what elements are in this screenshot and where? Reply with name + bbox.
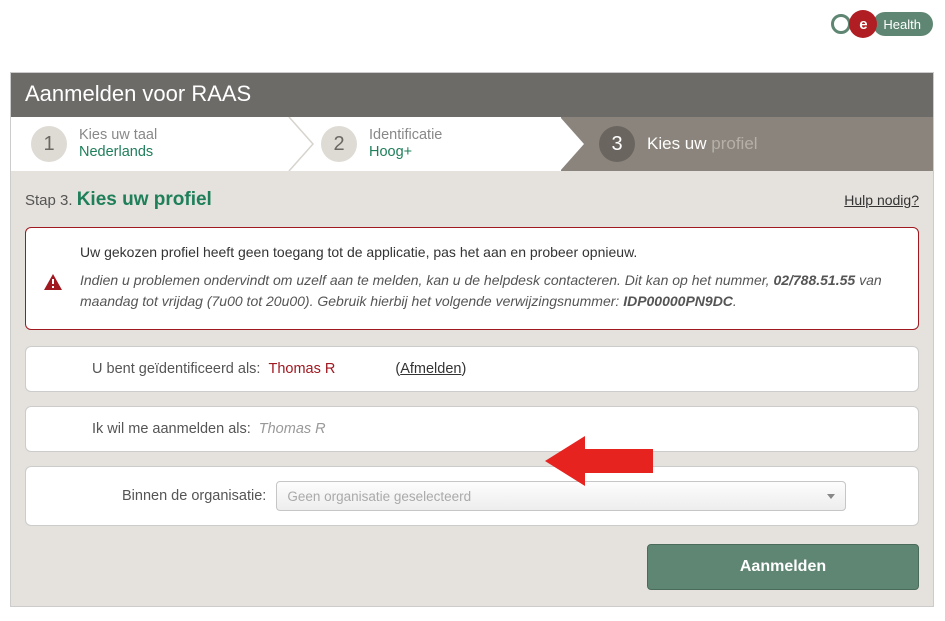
login-as-label: Ik wil me aanmelden als: — [92, 421, 251, 437]
submit-button[interactable]: Aanmelden — [647, 544, 919, 590]
logo-health-badge: Health — [873, 12, 933, 36]
organisation-box: Binnen de organisatie: Geen organisatie … — [25, 466, 919, 526]
step-2-badge: 2 — [321, 126, 357, 162]
step-2-value: Hoog+ — [369, 144, 442, 161]
step-3-label: Kies uw profiel — [647, 134, 758, 153]
identified-as-box: U bent geïdentificeerd als: Thomas R (Af… — [25, 346, 919, 392]
step-1-value: Nederlands — [79, 144, 157, 161]
step-language: 1 Kies uw taal Nederlands — [11, 117, 301, 171]
step-heading: Stap 3. Kies uw profiel — [25, 189, 212, 211]
chevron-right-icon — [560, 117, 588, 171]
logo-ring-icon — [831, 14, 851, 34]
main-panel: Aanmelden voor RAAS 1 Kies uw taal Neder… — [10, 72, 934, 607]
identified-as-label: U bent geïdentificeerd als: — [92, 361, 260, 377]
login-as-box: Ik wil me aanmelden als: Thomas R — [25, 406, 919, 452]
step-profile-active: 3 Kies uw profiel — [561, 117, 933, 171]
login-as-value: Thomas R — [259, 421, 326, 437]
identified-as-name: Thomas R — [268, 361, 335, 377]
annotation-arrow-icon — [545, 431, 655, 491]
error-message-secondary: Indien u problemen ondervindt om uzelf a… — [80, 270, 900, 313]
logout-link[interactable]: Afmelden — [400, 361, 461, 377]
warning-triangle-icon — [44, 274, 62, 290]
step-3-badge: 3 — [599, 126, 635, 162]
error-alert: Uw gekozen profiel heeft geen toegang to… — [25, 227, 919, 330]
chevron-down-icon — [827, 494, 835, 499]
step-2-label: Identificatie — [369, 127, 442, 144]
logo-e-badge: e — [849, 10, 877, 38]
step-indicator: 1 Kies uw taal Nederlands 2 Identificati… — [11, 117, 933, 171]
organisation-select-placeholder: Geen organisatie geselecteerd — [287, 489, 471, 504]
chevron-right-icon — [287, 117, 315, 171]
logout-wrapper: (Afmelden) — [395, 361, 466, 377]
error-message-primary: Uw gekozen profiel heeft geen toegang to… — [80, 242, 900, 264]
step-1-badge: 1 — [31, 126, 67, 162]
step-1-label: Kies uw taal — [79, 127, 157, 144]
help-link[interactable]: Hulp nodig? — [844, 192, 919, 208]
step-identification: 2 Identificatie Hoog+ — [301, 117, 561, 171]
ehealth-logo: e Health — [831, 10, 933, 38]
page-title: Aanmelden voor RAAS — [11, 73, 933, 117]
organisation-label: Binnen de organisatie: — [122, 488, 266, 504]
